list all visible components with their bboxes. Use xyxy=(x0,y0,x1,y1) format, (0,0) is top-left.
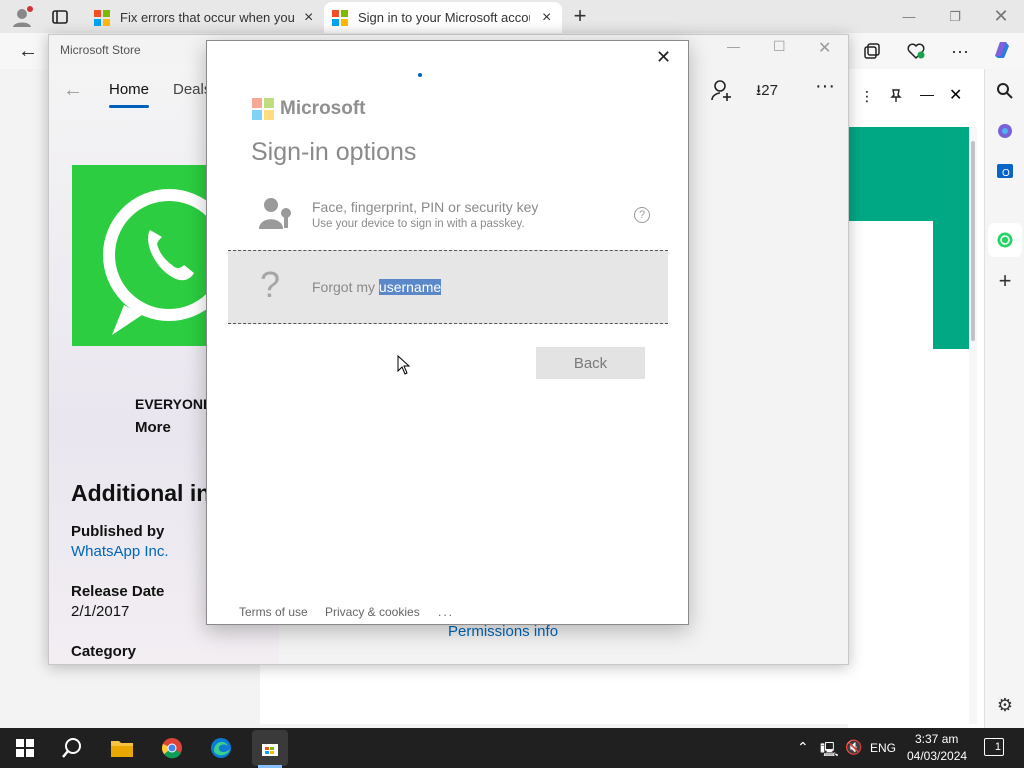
permissions-info-link[interactable]: Permissions info xyxy=(448,623,558,640)
collections-icon[interactable] xyxy=(858,37,886,65)
publisher-link[interactable]: WhatsApp Inc. xyxy=(71,543,169,560)
clock-time[interactable]: 3:37 am xyxy=(915,732,958,746)
tab-fix-errors[interactable]: Fix errors that occur when you st × xyxy=(86,2,322,33)
minimize-icon[interactable]: — xyxy=(886,0,932,33)
microsoft-logo-icon xyxy=(332,9,348,26)
more-link[interactable]: More xyxy=(135,419,171,436)
nav-home-underline xyxy=(109,105,149,108)
tab-title: Sign in to your Microsoft accoun xyxy=(358,10,530,25)
store-minimize-icon[interactable]: — xyxy=(727,39,740,54)
dialog-close-icon[interactable]: ✕ xyxy=(656,47,671,68)
clock-date[interactable]: 04/03/2024 xyxy=(907,749,967,763)
store-maximize-icon[interactable]: ☐ xyxy=(773,38,786,55)
network-icon[interactable]: 🖳 xyxy=(820,739,839,763)
web-page-bottom xyxy=(260,665,934,724)
category-label: Category xyxy=(71,643,137,660)
more-options-icon[interactable]: ··· xyxy=(946,37,974,65)
forgot-username-text: Forgot my username xyxy=(312,279,442,295)
new-tab-icon[interactable]: + xyxy=(568,4,592,28)
store-close-icon[interactable]: ✕ xyxy=(818,38,831,58)
store-back-icon[interactable]: ← xyxy=(63,79,83,102)
passkey-title: Face, fingerprint, PIN or security key xyxy=(312,199,539,215)
section-title: Additional in xyxy=(71,480,211,506)
scrollbar[interactable] xyxy=(969,127,977,724)
page-card xyxy=(848,221,933,724)
mouse-cursor xyxy=(397,354,411,380)
browser-essentials-icon[interactable] xyxy=(902,37,930,65)
language-indicator[interactable]: ENG xyxy=(870,741,896,755)
option-forgot-username[interactable]: ? Forgot my username xyxy=(228,250,668,324)
browser-tab-strip: Fix errors that occur when you st × Sign… xyxy=(0,0,1024,33)
side-pane-header: ⋮ — ✕ xyxy=(848,84,968,112)
settings-icon[interactable]: ⚙ xyxy=(991,691,1019,719)
back-arrow-icon[interactable]: ← xyxy=(14,37,42,65)
selected-text: username xyxy=(378,279,442,295)
taskbar: ⌃ 🖳 🔇 ENG 3:37 am 04/03/2024 1 xyxy=(0,728,1024,768)
copilot-sidebar-icon[interactable] xyxy=(991,117,1019,145)
store-window-title: Microsoft Store xyxy=(60,43,141,57)
microsoft-wordmark: Microsoft xyxy=(280,98,366,119)
file-explorer-icon[interactable] xyxy=(107,734,137,762)
passkey-icon xyxy=(259,196,295,235)
search-icon[interactable] xyxy=(991,77,1019,105)
nav-home[interactable]: Home xyxy=(109,81,149,108)
loading-dot xyxy=(418,73,422,77)
downloads-count: 27 xyxy=(761,82,778,99)
search-icon[interactable] xyxy=(57,734,87,762)
chrome-icon[interactable] xyxy=(157,734,187,762)
outlook-icon[interactable]: O xyxy=(991,157,1019,185)
downloads-button[interactable]: ⭳27 xyxy=(756,80,778,105)
volume-muted-icon[interactable]: 🔇 xyxy=(845,739,862,756)
close-pane-icon[interactable]: ✕ xyxy=(949,85,962,105)
microsoft-brand: Microsoft xyxy=(252,98,366,120)
profile-icon[interactable] xyxy=(10,5,34,29)
tab-actions-icon[interactable] xyxy=(50,7,70,27)
tab-title: Fix errors that occur when you st xyxy=(120,10,296,25)
microsoft-logo-icon xyxy=(252,98,274,120)
published-by-label: Published by xyxy=(71,523,165,540)
back-button[interactable]: Back xyxy=(536,347,645,379)
forgot-prefix: Forgot my xyxy=(312,279,376,295)
more-options-icon[interactable]: ⋮ xyxy=(860,88,874,105)
release-date-value: 2/1/2017 xyxy=(71,603,130,620)
scrollbar-thumb[interactable] xyxy=(971,141,975,341)
edge-sidebar: O + ⚙ xyxy=(984,69,1024,728)
close-tab-icon[interactable]: × xyxy=(542,9,551,27)
start-windows-icon[interactable] xyxy=(10,734,40,762)
svg-text:O: O xyxy=(1002,168,1010,179)
dialog-heading: Sign-in options xyxy=(251,138,417,166)
age-rating: EVERYONE xyxy=(135,396,213,412)
nav-home-label: Home xyxy=(109,81,150,98)
tab-sign-in[interactable]: Sign in to your Microsoft accoun × xyxy=(324,2,562,33)
help-icon[interactable]: ? xyxy=(634,207,650,223)
restore-icon[interactable]: ❐ xyxy=(932,0,978,33)
close-window-icon[interactable]: ✕ xyxy=(978,0,1024,33)
passkey-subtitle: Use your device to sign in with a passke… xyxy=(312,218,525,230)
question-mark-icon: ? xyxy=(260,264,281,305)
close-tab-icon[interactable]: × xyxy=(304,9,313,27)
terms-of-use-link[interactable]: Terms of use xyxy=(239,605,308,619)
notifications-icon[interactable]: 1 xyxy=(984,738,1004,756)
microsoft-logo-icon xyxy=(94,9,110,26)
privacy-cookies-link[interactable]: Privacy & cookies xyxy=(325,605,420,619)
more-footer-options[interactable]: ... xyxy=(438,605,454,619)
copilot-icon[interactable] xyxy=(988,36,1016,64)
add-icon[interactable]: + xyxy=(991,267,1019,295)
notification-count: 1 xyxy=(994,741,1001,753)
minimize-pane-icon[interactable]: — xyxy=(920,86,934,102)
show-hidden-icons[interactable]: ⌃ xyxy=(797,739,809,756)
option-passkey[interactable]: Face, fingerprint, PIN or security key U… xyxy=(229,191,669,251)
store-more-icon[interactable]: ··· xyxy=(815,75,835,98)
whatsapp-icon[interactable] xyxy=(988,223,1022,257)
account-icon[interactable] xyxy=(710,78,734,107)
microsoft-store-icon[interactable] xyxy=(252,730,288,766)
sign-in-options-dialog: ✕ Microsoft Sign-in options Face, finger… xyxy=(206,40,689,625)
pin-icon[interactable] xyxy=(888,88,904,109)
edge-icon[interactable] xyxy=(206,734,236,762)
release-date-label: Release Date xyxy=(71,583,165,600)
